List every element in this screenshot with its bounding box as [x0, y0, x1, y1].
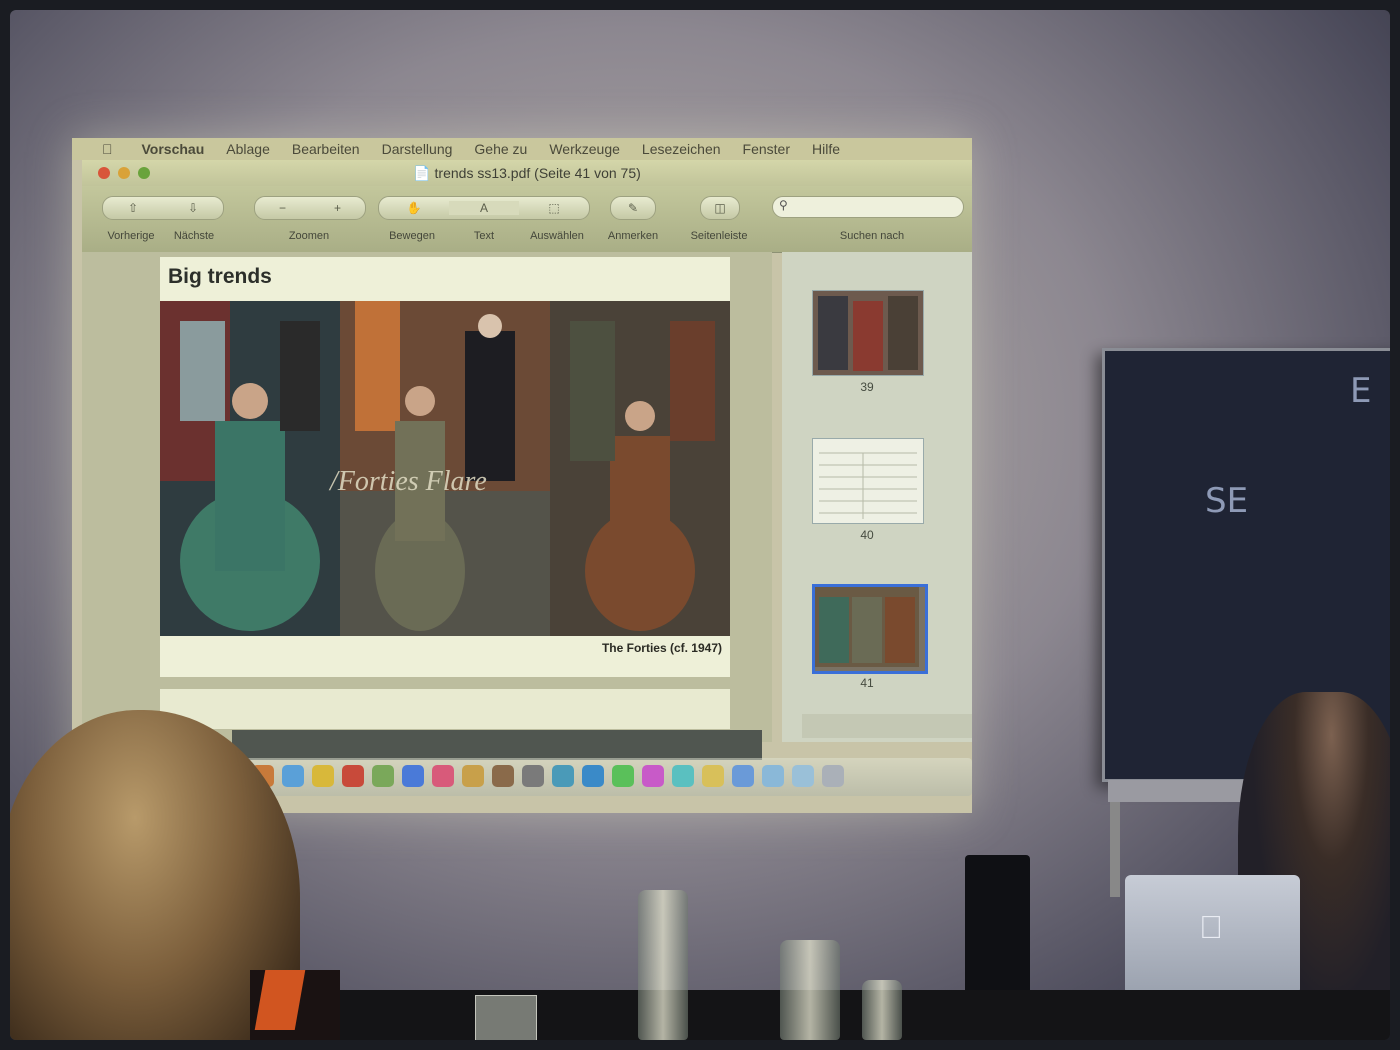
zoom-in-button[interactable]: + — [310, 201, 365, 215]
sidebar-view-tabs[interactable] — [802, 714, 972, 738]
apple-menu-icon[interactable]:  — [72, 141, 131, 157]
app-icon-9[interactable] — [462, 765, 484, 787]
thumbnail-40-table — [813, 439, 923, 523]
app-icon-18[interactable] — [732, 765, 754, 787]
menu-app[interactable]: Vorschau — [131, 141, 216, 157]
trash-icon[interactable] — [822, 765, 844, 787]
laptop-screen-back — [965, 855, 1030, 995]
apple-logo-icon:  — [1199, 909, 1223, 946]
toolbar: ⇧ ⇩ Vorherige Nächste − + Zoomen ✋ A ⬚ B… — [82, 186, 972, 253]
window-title: 📄 trends ss13.pdf (Seite 41 von 75) — [413, 165, 641, 181]
app-icon-17[interactable] — [702, 765, 724, 787]
slide-title: Big trends — [168, 265, 272, 288]
pdf-file-icon: 📄 — [413, 165, 431, 181]
app-icon-16[interactable] — [672, 765, 694, 787]
thumbnail-41-number: 41 — [860, 676, 874, 690]
pencil-icon: ✎ — [627, 201, 639, 215]
thumbnail-sidebar: 39 40 41 — [782, 252, 972, 742]
hand-tool-icon[interactable]: ✋ — [379, 201, 449, 215]
sidebar-toggle-button[interactable]: ◫ — [700, 196, 740, 220]
projected-screen:  Vorschau Ablage Bearbeiten Darstellung… — [72, 138, 972, 813]
next-page-preview — [160, 689, 730, 729]
sidebar-label: Seitenleiste — [690, 230, 748, 242]
app-icon-6[interactable] — [372, 765, 394, 787]
menu-hilfe[interactable]: Hilfe — [801, 141, 851, 157]
water-bottle-2 — [780, 940, 840, 1040]
select-tool-icon[interactable]: ⬚ — [519, 201, 589, 215]
menu-ablage[interactable]: Ablage — [215, 141, 281, 157]
search-icon: ⚲ — [779, 198, 788, 212]
annotate-label: Anmerken — [607, 230, 659, 242]
macbook-laptop:  — [1125, 875, 1300, 995]
drinking-glass — [475, 995, 537, 1040]
text-tool-icon[interactable]: A — [449, 201, 519, 215]
thumbnail-41-image — [815, 587, 919, 667]
app-icon-7[interactable] — [402, 765, 424, 787]
chalk-text: SE — [1205, 481, 1249, 521]
search-label: Suchen nach — [839, 230, 905, 242]
menu-gehe-zu[interactable]: Gehe zu — [463, 141, 538, 157]
document-area[interactable]: Big trends /Forties Flare The Forties (c… — [82, 252, 772, 760]
overlay-text: /Forties Flare — [330, 466, 487, 497]
thumbnail-page-41-selected[interactable] — [812, 584, 928, 674]
folder-icon-2[interactable] — [792, 765, 814, 787]
app-icon-13[interactable] — [582, 765, 604, 787]
water-bottle-3 — [862, 980, 902, 1040]
menu-darstellung[interactable]: Darstellung — [371, 141, 464, 157]
prev-next-segment: ⇧ ⇩ — [102, 196, 224, 220]
dock — [212, 758, 972, 796]
next-label: Nächste — [173, 230, 215, 242]
board-stand — [1110, 802, 1120, 897]
next-arrow-icon[interactable]: ⇩ — [163, 201, 223, 215]
prev-label: Vorherige — [107, 230, 155, 242]
prev-arrow-icon[interactable]: ⇧ — [103, 201, 163, 215]
window-titlebar: 📄 trends ss13.pdf (Seite 41 von 75) — [82, 160, 972, 186]
app-icon-10[interactable] — [492, 765, 514, 787]
folder-icon[interactable] — [762, 765, 784, 787]
app-icon-11[interactable] — [522, 765, 544, 787]
thumbnail-40-number: 40 — [860, 528, 874, 542]
room-scene:  Vorschau Ablage Bearbeiten Darstellung… — [10, 10, 1390, 1040]
next-page-image-strip — [232, 730, 762, 760]
app-icon-14[interactable] — [612, 765, 634, 787]
water-bottle — [638, 890, 688, 1040]
annotate-button[interactable]: ✎ — [610, 196, 656, 220]
thumbnail-39-image — [813, 291, 923, 375]
menu-fenster[interactable]: Fenster — [732, 141, 801, 157]
app-icon-15[interactable] — [642, 765, 664, 787]
menu-bearbeiten[interactable]: Bearbeiten — [281, 141, 371, 157]
thumbnail-39-number: 39 — [860, 380, 874, 394]
zoom-segment: − + — [254, 196, 366, 220]
app-icon-4[interactable] — [312, 765, 334, 787]
menu-lesezeichen[interactable]: Lesezeichen — [631, 141, 732, 157]
slide-caption: The Forties (cf. 1947) — [601, 641, 722, 655]
app-icon-8[interactable] — [432, 765, 454, 787]
app-icon-5[interactable] — [342, 765, 364, 787]
chalk-letter: E — [1350, 371, 1372, 411]
slide-page: Big trends /Forties Flare The Forties (c… — [160, 257, 730, 677]
menu-bar:  Vorschau Ablage Bearbeiten Darstellung… — [72, 138, 972, 160]
thumbnail-page-40[interactable] — [812, 438, 924, 524]
menu-werkzeuge[interactable]: Werkzeuge — [538, 141, 631, 157]
zoom-out-button[interactable]: − — [255, 201, 310, 215]
runway-collage-image: /Forties Flare — [160, 301, 730, 636]
thumbnail-page-39[interactable] — [812, 290, 924, 376]
sidebar-icon: ◫ — [714, 201, 726, 215]
tool-segment: ✋ A ⬚ — [378, 196, 590, 220]
app-icon-3[interactable] — [282, 765, 304, 787]
app-icon-12[interactable] — [552, 765, 574, 787]
zoom-label: Zoomen — [288, 230, 330, 242]
search-input[interactable]: ⚲ — [772, 196, 964, 218]
